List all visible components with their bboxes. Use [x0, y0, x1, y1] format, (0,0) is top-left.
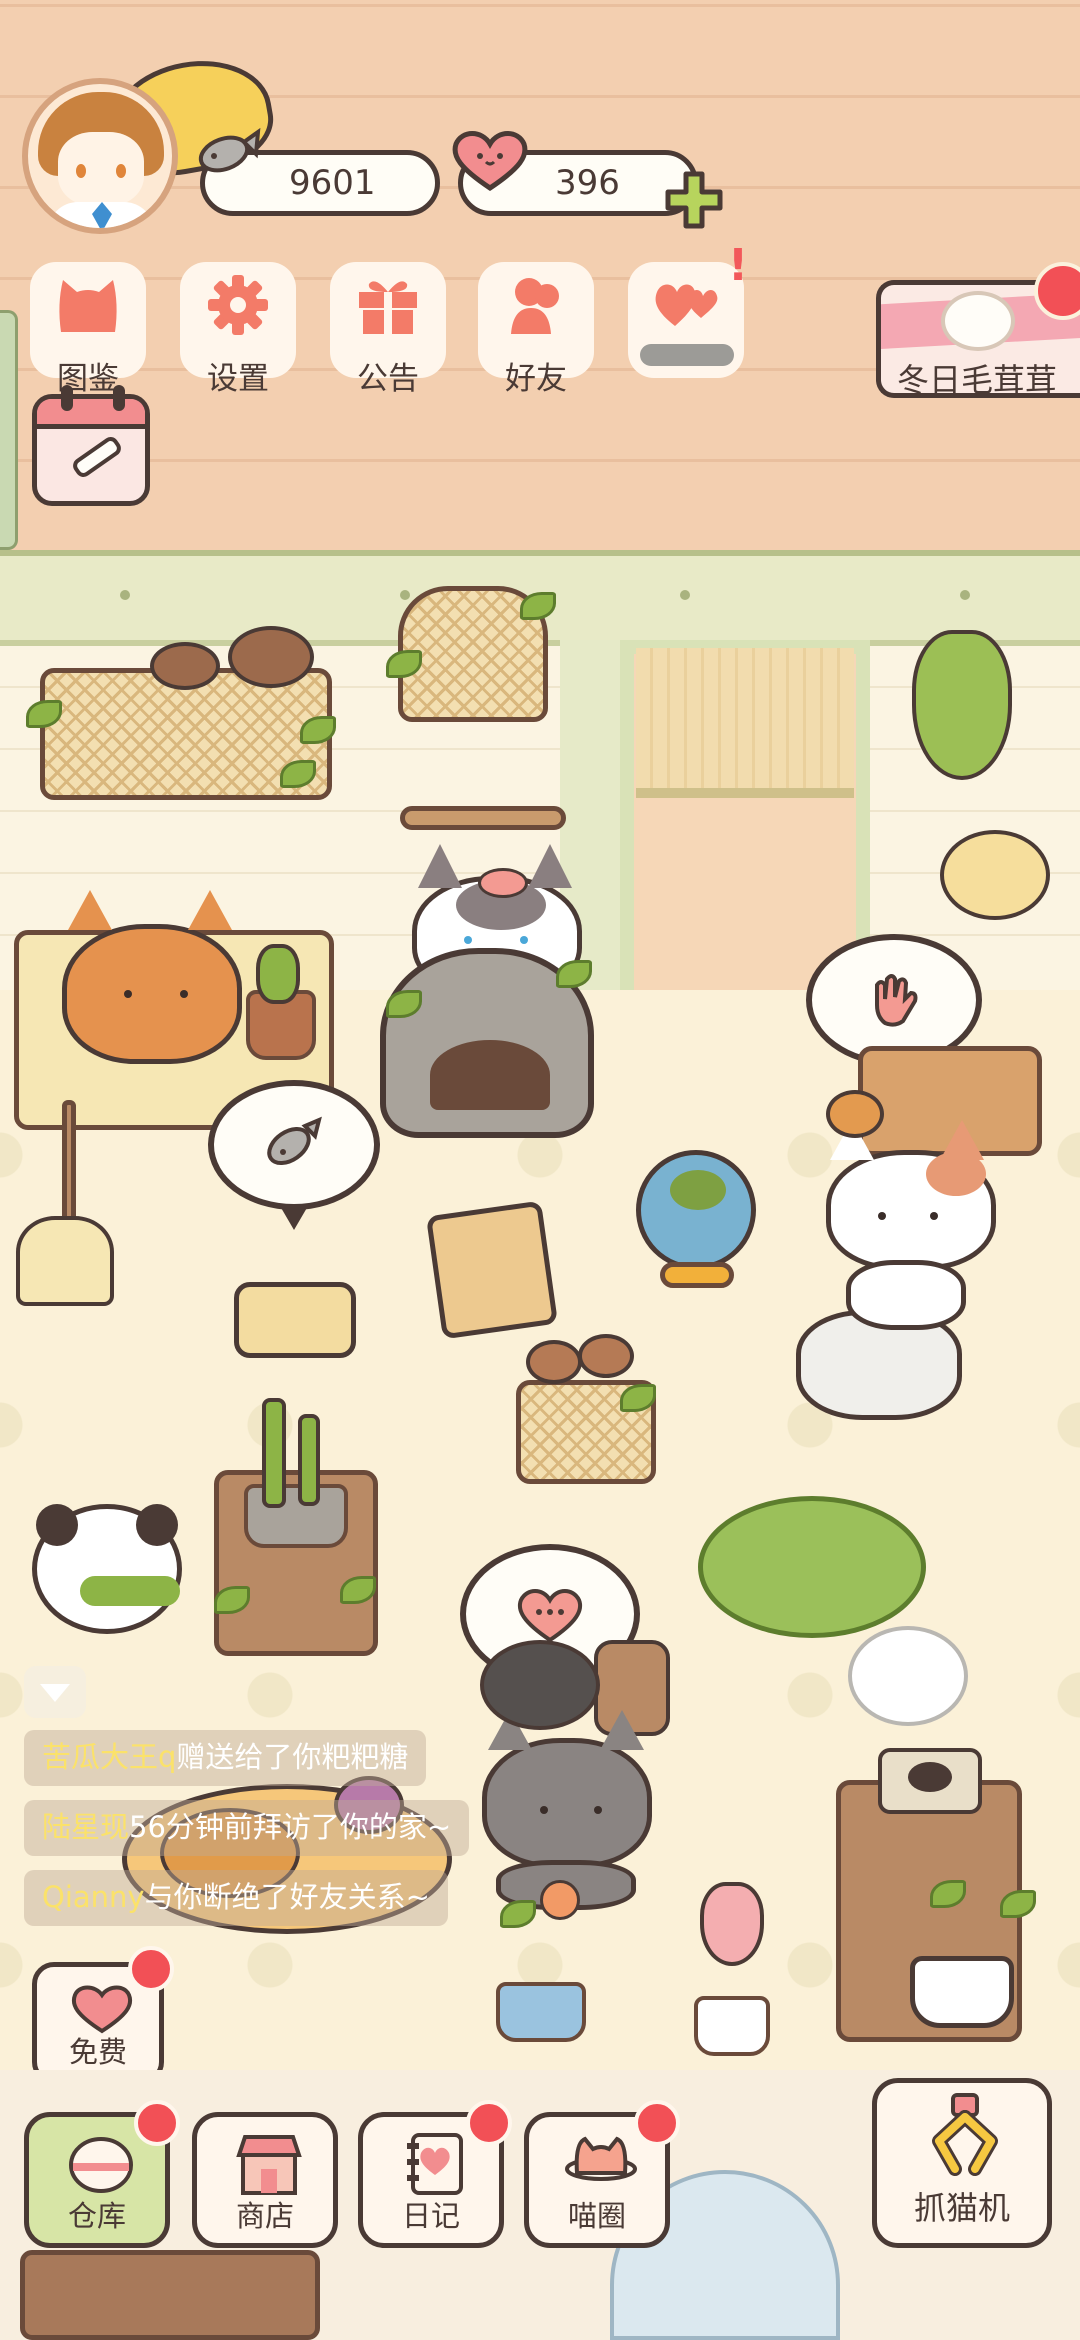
pencil-icon: [69, 433, 125, 481]
clay-pot[interactable]: [228, 626, 314, 688]
heart-count: 396: [555, 163, 620, 203]
globe-stand: [660, 1262, 734, 1288]
cat-ginger[interactable]: [62, 890, 262, 1080]
broom-handle[interactable]: [62, 1100, 76, 1230]
mail-progress-bar: [640, 344, 734, 366]
hanging-herbs[interactable]: [912, 630, 1012, 780]
hand-icon: [875, 974, 918, 1027]
warehouse-badge: [134, 2100, 180, 2146]
nav-shop[interactable]: 商店: [192, 2112, 338, 2248]
meow-circle-badge: [634, 2100, 680, 2146]
tulip[interactable]: [700, 1882, 764, 1966]
chat-text: 56分钟前拜访了你的家~: [129, 1810, 452, 1844]
chat-sender: 陆星现: [42, 1810, 130, 1844]
menu-friends-label: 好友: [505, 361, 567, 397]
paw-icon: [941, 291, 1015, 351]
fish-count: 9601: [289, 163, 376, 203]
free-reward-badge: [128, 1946, 174, 1992]
diary-badge: [466, 2100, 512, 2146]
bamboo-pot[interactable]: [244, 1484, 348, 1548]
tulip-pot[interactable]: [694, 1996, 770, 2056]
chat-text: 与你断绝了好友关系~: [144, 1880, 430, 1914]
fish-icon: [267, 1116, 322, 1166]
menu-friends[interactable]: 好友: [478, 262, 594, 397]
claw-machine-label: 抓猫机: [913, 2189, 1010, 2227]
gear-icon: [208, 275, 268, 335]
player-avatar[interactable]: [22, 78, 178, 234]
chat-text: 赠送给了你粑粑糖: [176, 1740, 409, 1774]
event-label: 冬日毛茸茸: [897, 361, 1058, 399]
flower-lamp[interactable]: [848, 1626, 968, 1726]
chevron-down-icon: [40, 1684, 70, 1702]
cat-calico[interactable]: [790, 1120, 1010, 1330]
menu-collection-label: 图鉴: [57, 361, 119, 397]
calendar-edit-button[interactable]: [32, 385, 150, 506]
heart-icon: [71, 1985, 133, 2034]
menu-notice-label: 公告: [357, 361, 419, 397]
alert-mark: !: [728, 240, 749, 291]
chat-message[interactable]: 陆星现56分钟前拜访了你的家~: [24, 1800, 470, 1856]
hanging-shelf[interactable]: [400, 806, 566, 830]
fish-icon: [198, 127, 261, 173]
chat-collapse-toggle[interactable]: [24, 1666, 86, 1718]
chat-message[interactable]: 苦瓜大王q赠送给了你粑粑糖: [24, 1730, 427, 1786]
clay-pot[interactable]: [150, 642, 220, 690]
bamboo[interactable]: [262, 1398, 286, 1508]
drumstick[interactable]: [826, 1090, 884, 1138]
add-hearts-button[interactable]: [664, 170, 724, 230]
chat-sender: Qianny: [42, 1880, 145, 1914]
nav-diary-label: 日记: [401, 2199, 460, 2233]
hearts-icon: [655, 284, 718, 326]
diary-icon: [407, 2133, 463, 2195]
nav-shop-label: 商店: [235, 2199, 294, 2233]
menu-settings[interactable]: 设置: [180, 262, 296, 397]
menu-notice[interactable]: 公告: [330, 262, 446, 397]
cat-black-back[interactable]: [480, 1640, 600, 1730]
friends-icon: [511, 278, 559, 334]
nav-warehouse-label: 仓库: [67, 2199, 126, 2233]
claw-machine-button[interactable]: 抓猫机: [872, 2078, 1052, 2248]
chat-heart-icon: [517, 1589, 583, 1643]
menu-collection[interactable]: 图鉴: [30, 262, 146, 397]
heart-icon: [452, 131, 528, 192]
menu-settings-label: 设置: [207, 361, 269, 397]
lily-pad-rug[interactable]: [698, 1496, 926, 1638]
side-drawer-tab[interactable]: [0, 310, 18, 550]
planet-cat-icon: [565, 2136, 637, 2181]
nav-meow-circle-label: 喵圈: [567, 2199, 626, 2233]
cactus[interactable]: [256, 944, 300, 1004]
free-reward-label: 免费: [68, 2035, 127, 2069]
food-bowl[interactable]: [234, 1282, 356, 1358]
flower-pot[interactable]: [496, 1982, 586, 2042]
cat-grey-tabby[interactable]: [470, 1710, 670, 1910]
shop-icon: [236, 2135, 302, 2195]
speech-bubble-fish[interactable]: [208, 1080, 380, 1230]
cat-face-icon: [59, 280, 117, 332]
gift-icon: [359, 281, 417, 334]
globe[interactable]: [636, 1150, 756, 1270]
chat-message[interactable]: Qianny与你断绝了好友关系~: [24, 1870, 448, 1926]
broom[interactable]: [16, 1216, 114, 1306]
paper-bag[interactable]: [425, 1200, 559, 1340]
straw-hat[interactable]: [940, 830, 1050, 920]
bamboo-blind: [636, 648, 854, 798]
scale[interactable]: [910, 1956, 1014, 2028]
claw-icon: [932, 2093, 998, 2176]
chat-sender: 苦瓜大王q: [42, 1740, 177, 1774]
warehouse-icon: [69, 2137, 133, 2193]
